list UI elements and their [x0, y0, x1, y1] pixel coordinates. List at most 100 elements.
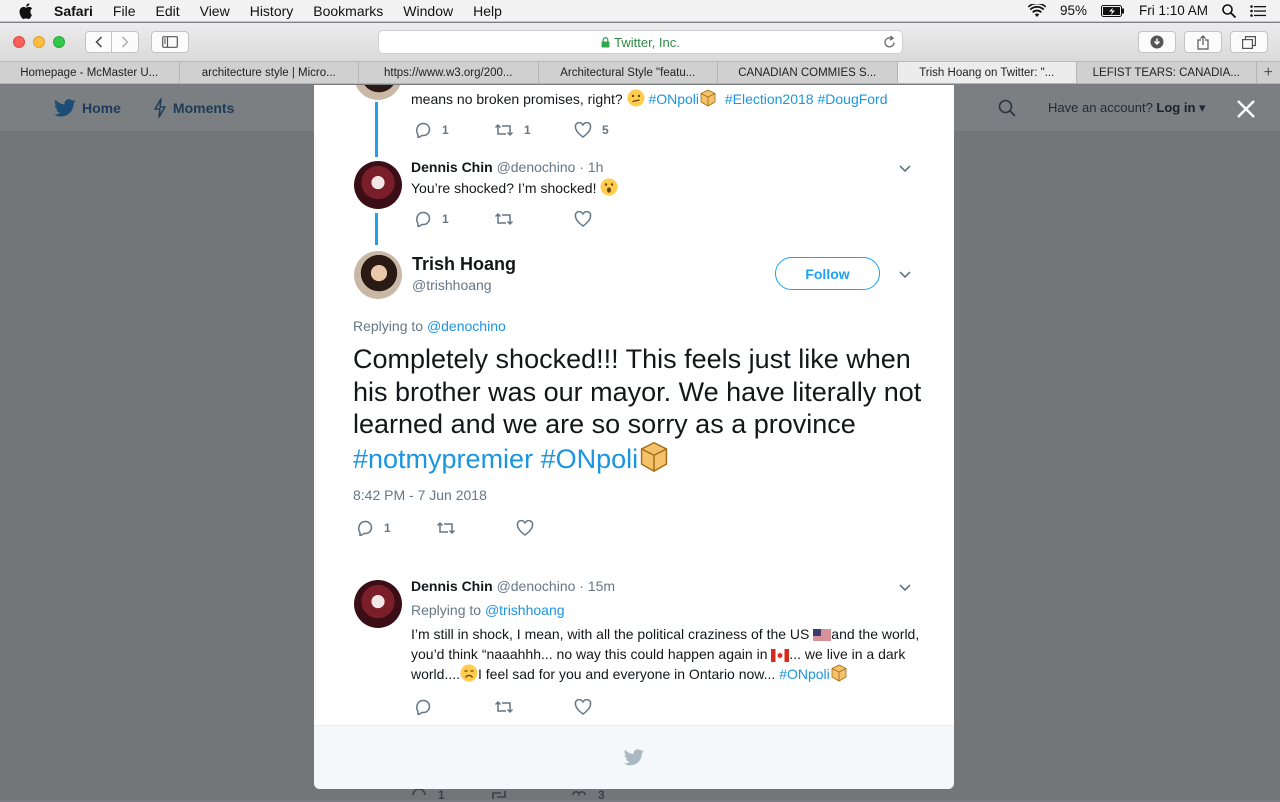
tab-architecture-style[interactable]: architecture style | Micro... — [180, 62, 360, 83]
author-handle[interactable]: @trishhoang — [412, 277, 492, 293]
back-button[interactable] — [85, 31, 112, 53]
hashtag-link[interactable]: #ONpoli — [541, 444, 639, 474]
have-account-text: Have an account? — [1048, 100, 1153, 115]
author-name[interactable]: Dennis Chin — [411, 159, 493, 175]
browser-toolbar: Twitter, Inc. — [0, 23, 1280, 61]
tweet-body: means no broken promises, right? — [411, 91, 623, 107]
login-link[interactable]: Log in — [1156, 100, 1195, 115]
caret-down-icon[interactable]: ▾ — [1199, 100, 1206, 115]
account-prompt: Have an account? Log in ▾ — [1048, 100, 1206, 116]
menu-view[interactable]: View — [190, 3, 240, 19]
hashtag-link[interactable]: #Election2018 — [725, 91, 814, 107]
reply-action[interactable]: 1 — [414, 211, 494, 227]
author-handle[interactable]: @denochino — [497, 578, 576, 594]
tweet-time[interactable]: · 15m — [579, 578, 615, 594]
sidebar-toggle-button[interactable] — [151, 31, 189, 53]
nav-moments-label: Moments — [173, 100, 234, 116]
reply-action[interactable]: 1 — [356, 520, 436, 536]
mention-link[interactable]: @trishhoang — [485, 602, 565, 618]
like-action[interactable] — [574, 699, 654, 715]
reply-action[interactable]: 1 — [414, 122, 494, 138]
reply-count: 1 — [384, 521, 391, 535]
author-name[interactable]: Trish Hoang — [412, 254, 516, 275]
window-controls — [13, 36, 65, 48]
lock-icon — [601, 37, 610, 48]
menu-file[interactable]: File — [103, 3, 146, 19]
tweet-actions — [414, 699, 654, 715]
confused-face-emoji-icon — [627, 89, 645, 107]
menu-app-safari[interactable]: Safari — [52, 3, 103, 19]
menu-edit[interactable]: Edit — [145, 3, 189, 19]
author-handle[interactable]: @denochino — [497, 159, 576, 175]
close-icon[interactable] — [1236, 99, 1256, 119]
menu-bookmarks[interactable]: Bookmarks — [303, 3, 393, 19]
avatar[interactable] — [354, 251, 402, 299]
reload-icon[interactable] — [883, 35, 896, 49]
search-icon[interactable] — [998, 99, 1016, 117]
hashtag-link[interactable]: #ONpoli — [779, 666, 830, 682]
apple-menu-icon[interactable] — [0, 3, 52, 19]
tab-w3[interactable]: https://www.w3.org/200... — [359, 62, 539, 83]
disappointed-face-emoji-icon — [460, 664, 478, 682]
chevron-down-icon[interactable] — [899, 165, 911, 173]
author-name[interactable]: Dennis Chin — [411, 578, 493, 594]
battery-icon[interactable] — [1101, 5, 1125, 17]
zoom-window-button[interactable] — [53, 36, 65, 48]
chevron-down-icon[interactable] — [899, 271, 911, 279]
forward-button[interactable] — [112, 31, 139, 53]
follow-button[interactable]: Follow — [775, 257, 880, 290]
avatar[interactable] — [354, 161, 402, 209]
tweet-text: means no broken promises, right? #ONpoli… — [411, 89, 931, 109]
notification-center-icon[interactable] — [1250, 5, 1266, 17]
retweet-action[interactable] — [494, 700, 574, 714]
mention-link[interactable]: @denochino — [427, 318, 506, 334]
like-count: 5 — [602, 123, 609, 137]
tweet-actions: 1 1 5 — [414, 122, 654, 138]
share-button[interactable] — [1184, 31, 1222, 53]
nav-moments[interactable]: Moments — [153, 98, 234, 118]
tab-trish-hoang-twitter[interactable]: Trish Hoang on Twitter: "... — [898, 62, 1078, 83]
minimize-window-button[interactable] — [33, 36, 45, 48]
tab-mcmaster[interactable]: Homepage - McMaster U... — [0, 62, 180, 83]
show-all-tabs-button[interactable] — [1230, 31, 1268, 53]
tweet-body: You’re shocked? I’m shocked! — [411, 180, 596, 196]
replying-to-label: Replying to — [411, 602, 481, 618]
ballot-box-emoji-icon — [699, 89, 717, 107]
hashtag-link[interactable]: #DougFord — [817, 91, 887, 107]
new-tab-button[interactable]: + — [1257, 62, 1280, 83]
retweet-action[interactable]: 1 — [494, 123, 574, 137]
avatar[interactable] — [354, 85, 402, 100]
downloads-button[interactable] — [1138, 31, 1176, 53]
like-action[interactable] — [516, 520, 596, 536]
retweet-action[interactable] — [436, 521, 516, 535]
close-window-button[interactable] — [13, 36, 25, 48]
tweet-permalink-modal: means no broken promises, right? #ONpoli… — [314, 85, 954, 789]
spotlight-icon[interactable] — [1222, 4, 1236, 18]
tab-canadian-commies[interactable]: CANADIAN COMMIES S... — [718, 62, 898, 83]
us-flag-icon — [813, 629, 831, 642]
avatar[interactable] — [354, 580, 402, 628]
tweet-actions: 1 — [414, 211, 654, 227]
hashtag-link[interactable]: #ONpoli — [648, 91, 699, 107]
bg-retweet-action[interactable] — [490, 789, 570, 801]
nav-home[interactable]: Home — [54, 99, 121, 117]
menu-history[interactable]: History — [240, 3, 304, 19]
like-action[interactable] — [574, 211, 654, 227]
wifi-icon[interactable] — [1028, 4, 1046, 18]
tweet-timestamp[interactable]: 8:42 PM - 7 Jun 2018 — [353, 487, 487, 503]
chevron-down-icon[interactable] — [899, 584, 911, 592]
menu-clock[interactable]: Fri 1:10 AM — [1139, 3, 1208, 18]
tab-architectural-style[interactable]: Architectural Style "featu... — [539, 62, 719, 83]
tab-lefist-tears[interactable]: LEFIST TEARS: CANADIA... — [1077, 62, 1257, 83]
reply-action[interactable] — [414, 699, 494, 715]
retweet-action[interactable] — [494, 212, 574, 226]
hashtag-link[interactable]: #notmypremier — [353, 444, 533, 474]
retweet-count: 1 — [524, 123, 531, 137]
address-bar[interactable]: Twitter, Inc. — [378, 30, 903, 54]
menu-help[interactable]: Help — [463, 3, 512, 19]
lightning-icon — [153, 98, 167, 118]
toolbar-right-buttons — [1138, 31, 1268, 53]
menu-window[interactable]: Window — [393, 3, 463, 19]
like-action[interactable]: 5 — [574, 122, 654, 138]
tweet-time[interactable]: · 1h — [579, 159, 603, 175]
